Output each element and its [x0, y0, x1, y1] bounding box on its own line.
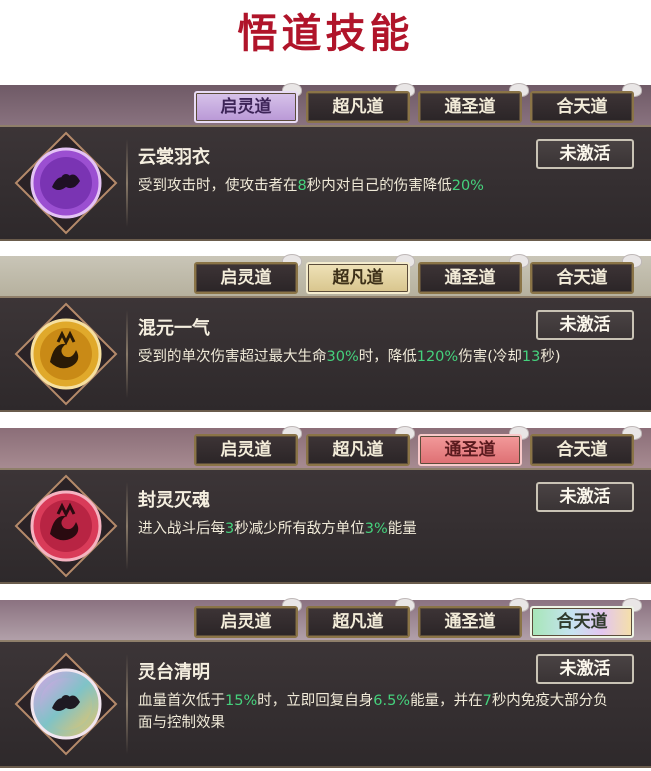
skill-name: 混元一气: [138, 318, 210, 339]
skill-emblem-icon: [14, 131, 118, 235]
skill-description: 进入战斗后每3秒减少所有敌方单位3%能量: [138, 521, 417, 537]
divider: [126, 654, 128, 754]
tab-hetian[interactable]: 合天道: [530, 606, 634, 638]
tab-qiling[interactable]: 启灵道: [194, 606, 298, 638]
skill-card: 封灵灭魂 未激活 进入战斗后每3秒减少所有敌方单位3%能量: [0, 468, 651, 584]
tab-tongsheng[interactable]: 通圣道: [418, 91, 522, 123]
skill-description: 受到的单次伤害超过最大生命30%时，降低120%伤害(冷却13秒): [138, 349, 561, 365]
tab-qiling[interactable]: 启灵道: [194, 434, 298, 466]
skill-card: 云裳羽衣 未激活 受到攻击时，使攻击者在8秒内对自己的伤害降低20%: [0, 125, 651, 241]
divider: [126, 482, 128, 570]
skill-panel-1: 启灵道 超凡道 通圣道 合天道 云裳羽衣 未激活 受到攻击时，使攻击者在8秒内对…: [0, 83, 651, 243]
tab-hetian[interactable]: 合天道: [530, 262, 634, 294]
skill-panel-3: 启灵道 超凡道 通圣道 合天道 封灵灭魂 未激活 进入战斗后每3秒减少所有敌方单…: [0, 426, 651, 586]
tab-chaofan[interactable]: 超凡道: [306, 434, 410, 466]
tab-chaofan[interactable]: 超凡道: [306, 606, 410, 638]
skill-name: 封灵灭魂: [138, 490, 210, 511]
tab-bar: 启灵道 超凡道 通圣道 合天道: [0, 83, 651, 127]
tab-chaofan[interactable]: 超凡道: [306, 262, 410, 294]
tab-tongsheng[interactable]: 通圣道: [418, 262, 522, 294]
tab-tongsheng[interactable]: 通圣道: [418, 434, 522, 466]
skill-card: 混元一气 未激活 受到的单次伤害超过最大生命30%时，降低120%伤害(冷却13…: [0, 296, 651, 412]
divider: [126, 310, 128, 398]
skill-name: 灵台清明: [138, 662, 210, 683]
tab-qiling[interactable]: 启灵道: [194, 262, 298, 294]
skill-emblem-icon: [14, 302, 118, 406]
tab-bar: 启灵道 超凡道 通圣道 合天道: [0, 426, 651, 470]
tab-chaofan[interactable]: 超凡道: [306, 91, 410, 123]
skill-description: 血量首次低于15%时，立即回复自身6.5%能量，并在7秒内免疫大部分负面与控制效…: [138, 693, 608, 731]
tab-bar: 启灵道 超凡道 通圣道 合天道: [0, 598, 651, 642]
status-button[interactable]: 未激活: [536, 310, 634, 340]
tab-hetian[interactable]: 合天道: [530, 91, 634, 123]
skill-card: 灵台清明 未激活 血量首次低于15%时，立即回复自身6.5%能量，并在7秒内免疫…: [0, 640, 651, 768]
skill-emblem-icon: [14, 652, 118, 756]
status-button[interactable]: 未激活: [536, 654, 634, 684]
tab-bar: 启灵道 超凡道 通圣道 合天道: [0, 254, 651, 298]
skill-emblem-icon: [14, 474, 118, 578]
tab-tongsheng[interactable]: 通圣道: [418, 606, 522, 638]
skill-description: 受到攻击时，使攻击者在8秒内对自己的伤害降低20%: [138, 178, 484, 194]
skill-name: 云裳羽衣: [138, 147, 210, 168]
tab-hetian[interactable]: 合天道: [530, 434, 634, 466]
status-button[interactable]: 未激活: [536, 482, 634, 512]
skill-panel-4: 启灵道 超凡道 通圣道 合天道 灵台清明 未激活 血量首次低于15%时，立即回复…: [0, 598, 651, 770]
divider: [126, 139, 128, 227]
skill-panel-2: 启灵道 超凡道 通圣道 合天道 混元一气 未激活 受到的单次伤害超过最大生命30…: [0, 254, 651, 414]
status-button[interactable]: 未激活: [536, 139, 634, 169]
page-title: 悟道技能: [237, 11, 414, 57]
tab-qiling[interactable]: 启灵道: [194, 91, 298, 123]
